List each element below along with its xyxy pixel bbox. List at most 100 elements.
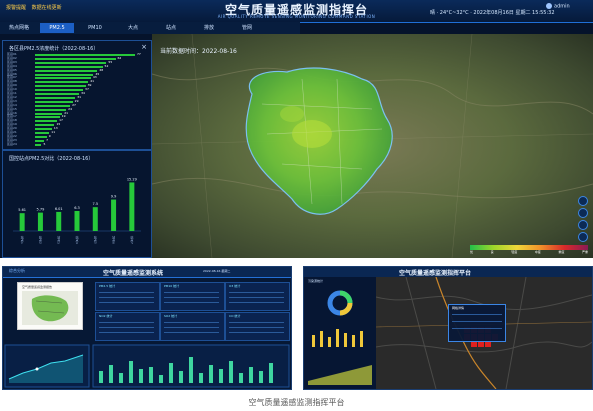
ranking-bar: [35, 57, 116, 60]
br-panel-title: 污染源统计: [308, 279, 324, 283]
main-screenshot: 当前数据时间：2022-08-16 报警提醒 数据在线更新 空气质量遥感监测指挥…: [0, 0, 593, 258]
stat-card-title: CO 统计: [229, 314, 241, 318]
ranking-bar: [35, 128, 52, 131]
station-bar[interactable]: [111, 199, 117, 231]
station-bar-value: 5.61: [18, 208, 26, 212]
ranking-value: 48: [99, 67, 104, 72]
ranking-row[interactable]: 区县24 5: [7, 141, 147, 147]
user-icon: [546, 3, 552, 9]
station-bar[interactable]: [74, 210, 80, 231]
tab-large-point[interactable]: 大点: [116, 23, 150, 33]
stat-card-title: PM2.5 统计: [99, 284, 116, 288]
ranking-bar: [35, 69, 98, 72]
online-update-link[interactable]: 数据在线更新: [32, 5, 62, 11]
stat-card[interactable]: SO2 统计: [160, 312, 225, 341]
br-title: 空气质量遥感监测指挥平台: [399, 270, 472, 277]
zoom-in-icon[interactable]: [578, 208, 588, 218]
ranking-bar: [35, 77, 91, 80]
ranking-value: 5: [43, 141, 46, 146]
ranking-value: 52: [104, 63, 109, 68]
zoom-out-icon[interactable]: [578, 220, 588, 230]
user-menu[interactable]: admin: [546, 3, 570, 10]
stat-card[interactable]: O3 统计: [225, 282, 290, 311]
report-document[interactable]: 空气质量遥感监测报告: [17, 282, 83, 330]
header-alerts: 报警提醒 数据在线更新: [6, 4, 66, 11]
station-bar-value: 15.29: [127, 177, 137, 181]
pollutant-stat-grid: PM2.5 统计 PM10 统计 O3 统计 NO2 统计 SO2 统计 CO …: [95, 282, 290, 341]
layers-icon[interactable]: [578, 232, 588, 242]
station-bar[interactable]: [129, 182, 135, 231]
station-bar[interactable]: [92, 207, 98, 231]
ranking-value: 62: [117, 55, 122, 60]
br-side-charts: [308, 290, 372, 385]
user-name: admin: [554, 3, 570, 10]
stat-card-title: SO2 统计: [164, 314, 178, 318]
ranking-value: 37: [85, 87, 89, 92]
compass-icon[interactable]: [578, 196, 588, 206]
legend-label: 轻度: [511, 250, 518, 254]
station-bar[interactable]: [56, 211, 62, 231]
stat-card[interactable]: NO2 统计: [95, 312, 160, 341]
alarm-link[interactable]: 报警提醒: [6, 5, 26, 11]
tab-pm10[interactable]: PM10: [78, 23, 112, 33]
station-bar-label: 站点5: [93, 235, 97, 244]
close-icon[interactable]: ×: [141, 43, 147, 51]
ranking-bar: [35, 132, 50, 134]
tab-hotspot-grid[interactable]: 热点网格: [2, 23, 36, 33]
station-bar-value: 5.79: [37, 208, 45, 212]
station-bar-label: 站点6: [112, 235, 116, 244]
ranking-bar: [35, 104, 71, 107]
ranking-panel-title: 各区县PM2.5浓度统计（2022-08-16）: [9, 46, 99, 52]
stat-card[interactable]: CO 统计: [225, 312, 290, 341]
station-bar-value: 9.9: [111, 195, 117, 199]
ranking-value: 11: [51, 130, 56, 134]
ranking-bar: [35, 112, 63, 115]
page-subtitle: AIR QUALITY REMOTE SENSING MONITORING CO…: [217, 14, 376, 19]
station-bar-value: 6.3: [74, 206, 80, 210]
bl-section-title: 综合分析: [9, 268, 25, 273]
report-title: 空气质量遥感监测报告: [22, 285, 53, 289]
bl-title: 空气质量遥感监测系统: [103, 270, 164, 277]
station-bar-label: 站点7: [130, 235, 134, 244]
figure-caption: 空气质量遥感监测指挥平台: [248, 398, 345, 407]
ranking-row-label: 区县24: [7, 141, 17, 146]
stat-card-title: NO2 统计: [99, 314, 113, 318]
ranking-value: 9: [48, 133, 51, 138]
stat-card-title: O3 统计: [229, 284, 241, 288]
station-bar[interactable]: [37, 212, 43, 231]
weather-datetime: 晴 · 24°C~32°C · 2022年08月16日 星期二 15:55:32: [430, 10, 555, 16]
tab-pm25[interactable]: PM2.5: [40, 23, 74, 33]
satellite-map[interactable]: [152, 34, 593, 258]
ranking-bar: [35, 135, 47, 138]
ranking-bar: [35, 93, 80, 95]
grid-detail-popup[interactable]: 网格详情: [448, 304, 506, 342]
ranking-bar: [35, 116, 60, 119]
station-bar[interactable]: [19, 213, 25, 231]
ranking-bar: [35, 143, 42, 146]
ranking-bar: [35, 120, 58, 123]
ranking-bar: [35, 85, 86, 88]
tab-emission[interactable]: 排放: [192, 23, 226, 33]
stat-card[interactable]: PM2.5 统计: [95, 282, 160, 311]
analysis-system-screenshot: 综合分析 空气质量遥感监测系统 2022-08-16 星期二 空气质量遥感监测报…: [2, 266, 292, 390]
ranking-bar: [35, 61, 107, 64]
station-bar-chart: 5.61 站点1 5.79 站点2 6.01 站点3 6.3 站点4 7.5 站点5 9.9 站点6 1…: [13, 177, 141, 244]
station-bar-label: 站点2: [38, 235, 42, 244]
legend-label: 重度: [558, 250, 565, 254]
station-bar-label: 站点4: [75, 235, 79, 244]
tab-network[interactable]: 管网: [230, 23, 264, 33]
legend-label: 良: [490, 250, 494, 254]
ranking-bar: [35, 89, 84, 92]
station-bar-value: 6.01: [55, 207, 63, 211]
ranking-bar: [35, 100, 73, 103]
stat-card[interactable]: PM10 统计: [160, 282, 225, 311]
bl-trend-charts: [4, 344, 290, 388]
ranking-bar: [35, 81, 89, 84]
ranking-value: 7: [46, 137, 48, 142]
tab-station[interactable]: 站点: [154, 23, 188, 33]
chart-panel-title: 国控站点PM2.5对比（2022-08-16）: [9, 156, 94, 162]
br-side-panel: 污染源统计: [304, 277, 377, 389]
command-platform-screenshot: 空气质量遥感监测指挥平台 污染源统计 网格详情: [303, 266, 593, 390]
map-data-time: 当前数据时间：2022-08-16: [160, 48, 237, 55]
legend-label: 优: [470, 250, 474, 254]
